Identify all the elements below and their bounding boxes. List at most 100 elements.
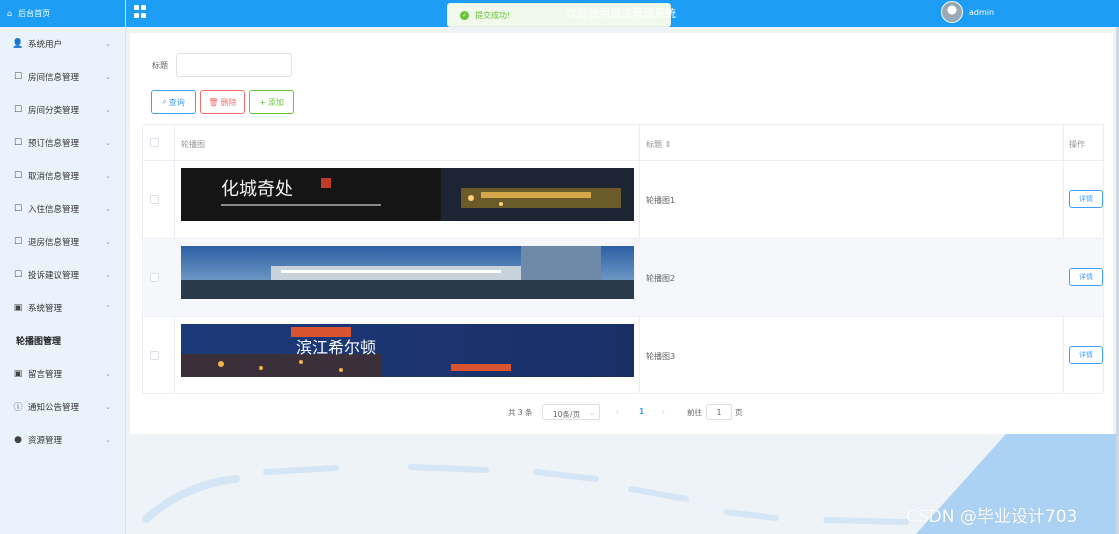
- sidebar-item-checkin[interactable]: ☐ 入住信息管理 ⌄: [0, 192, 125, 225]
- sidebar-item-resources[interactable]: ● 资源管理 ⌄: [0, 423, 125, 456]
- plus-icon: +: [259, 97, 266, 107]
- trash-icon: 🗑: [208, 97, 219, 107]
- sidebar-item-label: 房间分类管理: [28, 105, 80, 116]
- prev-page-icon[interactable]: ‹: [616, 407, 619, 416]
- row-title: 轮播图2: [646, 274, 676, 283]
- chevron-down-icon: ⌄: [588, 408, 595, 417]
- user-name[interactable]: admin: [969, 8, 994, 17]
- sidebar-item-room-category[interactable]: ☐ 房间分类管理 ⌄: [0, 93, 125, 126]
- goto-page-input[interactable]: 1: [706, 404, 732, 420]
- sidebar: ⌂ 后台首页 👤 系统用户 ⌄ ☐ 房间信息管理 ⌄ ☐ 房间分类管理 ⌄ ☐ …: [0, 0, 126, 534]
- chevron-down-icon: ⌄: [105, 435, 111, 444]
- sidebar-item-label: 资源管理: [28, 435, 63, 446]
- home-icon: ⌂: [7, 9, 13, 18]
- chevron-down-icon: ⌄: [105, 171, 111, 180]
- carousel-image-3: 滨江希尔顿: [181, 324, 634, 377]
- title-search-input[interactable]: [176, 53, 292, 77]
- table-row: 化城奇处 轮播图1 详情: [143, 161, 1103, 239]
- chevron-down-icon: ⌄: [105, 39, 111, 48]
- chevron-down-icon: ⌄: [105, 402, 111, 411]
- user-icon: 👤: [12, 38, 24, 49]
- svg-text:化城奇处: 化城奇处: [221, 179, 293, 200]
- sidebar-item-label: 房间信息管理: [28, 72, 80, 83]
- main-panel: 标题 ⌕ 查询 🗑 删除 + 添加 轮播图 标题 ⇕ 操作 化城奇处 轮播图1 …: [130, 33, 1113, 434]
- table-row: 滨江希尔顿 轮播图3 详情: [143, 317, 1103, 395]
- delete-button[interactable]: 🗑 删除: [200, 90, 245, 114]
- top-header: ✓ 提交成功! 欢迎使用酒店管理系统 admin: [126, 0, 1119, 27]
- sort-icon[interactable]: ⇕: [665, 140, 672, 149]
- page-suffix: 页: [735, 408, 743, 417]
- chevron-down-icon: ⌄: [105, 369, 111, 378]
- carousel-image-1: 化城奇处: [181, 168, 634, 221]
- search-label: 标题: [152, 61, 168, 70]
- sidebar-item-checkout[interactable]: ☐ 退房信息管理 ⌄: [0, 225, 125, 258]
- column-header-title-label: 标题: [646, 140, 662, 149]
- svg-text:滨江希尔顿: 滨江希尔顿: [296, 338, 376, 357]
- goto-label: 前往: [687, 408, 702, 417]
- edit-icon: ☐: [13, 269, 23, 280]
- picture-icon: ▣: [13, 302, 23, 313]
- detail-button[interactable]: 详情: [1069, 346, 1103, 364]
- sidebar-item-label: 投诉建议管理: [28, 270, 80, 281]
- sidebar-item-label: 系统用户: [28, 39, 63, 50]
- page-number-current[interactable]: 1: [639, 407, 644, 416]
- query-button-label: 查询: [168, 97, 185, 107]
- sidebar-item-notices[interactable]: ⓘ 通知公告管理 ⌄: [0, 390, 125, 423]
- row-title: 轮播图3: [646, 352, 676, 361]
- next-page-icon[interactable]: ›: [662, 407, 665, 416]
- toast-text: 提交成功!: [475, 10, 511, 20]
- sidebar-item-cancel[interactable]: ☐ 取消信息管理 ⌄: [0, 159, 125, 192]
- column-header-image: 轮播图: [181, 140, 205, 149]
- page-title: 欢迎使用酒店管理系统: [566, 7, 676, 20]
- location-icon: ●: [14, 434, 22, 445]
- row-checkbox[interactable]: [150, 273, 159, 282]
- delete-button-label: 删除: [220, 97, 237, 107]
- row-checkbox[interactable]: [150, 351, 159, 360]
- column-header-action: 操作: [1069, 140, 1085, 149]
- table-row: 轮播图2 详情: [143, 239, 1103, 317]
- sidebar-item-users[interactable]: 👤 系统用户 ⌄: [0, 27, 125, 60]
- sidebar-item-system[interactable]: ▣ 系统管理 ⌃: [0, 291, 125, 324]
- chevron-up-icon: ⌃: [105, 303, 111, 312]
- row-title: 轮播图1: [646, 196, 676, 205]
- carousel-image-2: [181, 246, 634, 299]
- sidebar-item-booking[interactable]: ☐ 预订信息管理 ⌄: [0, 126, 125, 159]
- detail-button[interactable]: 详情: [1069, 268, 1103, 286]
- grid-menu-icon[interactable]: [134, 5, 147, 18]
- sidebar-home[interactable]: ⌂ 后台首页: [0, 0, 125, 27]
- info-icon: ⓘ: [13, 403, 23, 413]
- sidebar-item-label: 退房信息管理: [28, 237, 80, 248]
- chevron-down-icon: ⌄: [105, 72, 111, 81]
- sidebar-item-label: 通知公告管理: [28, 402, 80, 413]
- pagination-total: 共 3 条: [508, 408, 533, 417]
- sidebar-item-label: 留言管理: [28, 369, 63, 380]
- sidebar-item-messages[interactable]: ▣ 留言管理 ⌄: [0, 357, 125, 390]
- row-checkbox[interactable]: [150, 195, 159, 204]
- edit-icon: ☐: [13, 137, 23, 148]
- page-size-value: 10条/页: [553, 410, 581, 419]
- edit-icon: ☐: [13, 203, 23, 214]
- edit-icon: ☐: [13, 71, 23, 82]
- table-header: 轮播图 标题 ⇕ 操作: [143, 125, 1103, 161]
- sidebar-item-label: 系统管理: [28, 303, 63, 314]
- chevron-down-icon: ⌄: [105, 204, 111, 213]
- sidebar-item-label: 入住信息管理: [28, 204, 80, 215]
- edit-icon: ☐: [13, 236, 23, 247]
- sidebar-item-carousel[interactable]: 轮播图管理: [0, 324, 125, 357]
- chevron-down-icon: ⌄: [105, 270, 111, 279]
- query-button[interactable]: ⌕ 查询: [151, 90, 196, 114]
- detail-button[interactable]: 详情: [1069, 190, 1103, 208]
- sidebar-item-label: 取消信息管理: [28, 171, 80, 182]
- sidebar-item-complaints[interactable]: ☐ 投诉建议管理 ⌄: [0, 258, 125, 291]
- sidebar-home-label: 后台首页: [18, 9, 51, 18]
- page-size-select[interactable]: 10条/页 ⌄: [542, 404, 600, 420]
- chevron-down-icon: ⌄: [105, 237, 111, 246]
- pagination: 共 3 条 10条/页 ⌄ ‹ 1 › 前往 1 页: [130, 403, 1113, 421]
- add-button[interactable]: + 添加: [249, 90, 294, 114]
- add-button-label: 添加: [267, 97, 284, 107]
- carousel-table: 轮播图 标题 ⇕ 操作 化城奇处 轮播图1 详情 轮播图2 详情 滨江希尔顿 轮…: [142, 124, 1104, 394]
- column-header-title[interactable]: 标题 ⇕: [646, 139, 671, 150]
- sidebar-item-room-info[interactable]: ☐ 房间信息管理 ⌄: [0, 60, 125, 93]
- select-all-checkbox[interactable]: [150, 138, 159, 147]
- avatar[interactable]: [941, 1, 963, 23]
